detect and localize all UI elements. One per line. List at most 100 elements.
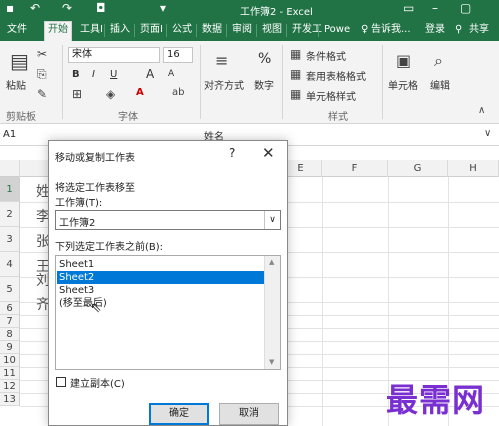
tab-power[interactable]: Powe xyxy=(321,22,353,40)
group-divider xyxy=(62,45,63,119)
column-header[interactable]: H xyxy=(448,160,499,177)
tab-file[interactable]: 文件 xyxy=(4,22,30,40)
scroll-down-icon[interactable]: ▼ xyxy=(269,358,274,366)
workbook-label: 工作簿(T): xyxy=(55,198,103,209)
table-format-icon[interactable]: ▦ xyxy=(290,67,301,81)
before-sheet-label: 下列选定工作表之前(B): xyxy=(55,242,164,253)
italic-button[interactable]: I xyxy=(92,69,95,80)
row-header[interactable]: 8 xyxy=(0,328,20,341)
row-header[interactable]: 10 xyxy=(0,354,20,367)
cells-button[interactable]: 单元格 xyxy=(388,77,418,92)
list-item[interactable]: Sheet2 xyxy=(57,271,264,284)
ribbon-options-icon[interactable]: ▭ xyxy=(403,1,414,15)
format-painter-icon[interactable]: ✎ xyxy=(37,87,47,101)
tab-data[interactable]: 数据 xyxy=(199,22,225,40)
row-header[interactable]: 3 xyxy=(0,227,20,252)
edit-button[interactable]: 编辑 xyxy=(430,77,450,92)
list-item[interactable]: Sheet1 xyxy=(57,258,264,271)
row-header[interactable]: 4 xyxy=(0,252,20,277)
column-header[interactable]: F xyxy=(322,160,388,177)
listbox-scrollbar[interactable]: ▲ ▼ xyxy=(264,256,280,369)
expand-formula-icon[interactable]: ∨ xyxy=(484,128,491,139)
window-title: 工作簿2 - Excel xyxy=(240,7,313,18)
cancel-button[interactable]: 取消 xyxy=(219,403,279,425)
tell-me-box[interactable]: 告诉我... xyxy=(368,22,414,40)
tab-divider xyxy=(286,24,287,37)
row-header[interactable]: 7 xyxy=(0,315,20,328)
tab-divider xyxy=(134,24,135,37)
table-format-button[interactable]: 套用表格格式 xyxy=(306,68,366,83)
tab-insert[interactable]: 插入 xyxy=(107,22,133,40)
scroll-up-icon[interactable]: ▲ xyxy=(269,258,274,266)
underline-button[interactable]: U xyxy=(110,69,117,80)
row-header[interactable]: 12 xyxy=(0,380,20,393)
cut-icon[interactable]: ✂ xyxy=(37,47,47,61)
collapse-ribbon-icon[interactable]: ∧ xyxy=(478,105,485,116)
tab-page-layout[interactable]: 页面I xyxy=(137,22,166,40)
undo-icon[interactable]: ↶ xyxy=(30,1,40,15)
login-link[interactable]: 登录 xyxy=(422,22,448,40)
row-header[interactable]: 1 xyxy=(0,177,20,202)
column-header[interactable]: G xyxy=(388,160,448,177)
cells-icon[interactable]: ▣ xyxy=(396,51,411,70)
number-button[interactable]: 数字 xyxy=(254,77,274,92)
row-header[interactable]: 9 xyxy=(0,341,20,354)
phonetic-icon[interactable]: ab xyxy=(172,87,184,98)
save-icon[interactable]: ▪ xyxy=(6,1,14,15)
chevron-down-icon[interactable]: ∨ xyxy=(264,211,280,229)
minimize-icon[interactable]: – xyxy=(432,1,438,15)
border-icon[interactable]: ⊞ xyxy=(72,87,82,101)
move-copy-sheet-dialog: 移动或复制工作表 ? ✕ 将选定工作表移至 工作簿(T): 工作簿2 ∨ 下列选… xyxy=(48,140,288,426)
share-button[interactable]: 共享 xyxy=(466,22,492,40)
paste-button[interactable]: 粘贴 xyxy=(6,77,26,92)
row-header[interactable]: 6 xyxy=(0,302,20,315)
shrink-font-button[interactable]: A xyxy=(168,69,174,79)
sheet-listbox[interactable]: Sheet1 Sheet2 Sheet3 (移至最后) ▲ ▼ xyxy=(55,255,281,370)
camera-icon[interactable]: ◘ xyxy=(96,1,106,15)
maximize-icon[interactable]: ▢ xyxy=(460,1,471,15)
find-icon[interactable]: ⌕ xyxy=(434,51,443,71)
list-item[interactable]: Sheet3 xyxy=(57,284,264,297)
styles-group-label: 样式 xyxy=(328,112,348,123)
select-all-corner[interactable] xyxy=(0,160,20,177)
create-copy-checkbox[interactable] xyxy=(56,377,66,387)
cell-style-icon[interactable]: ▦ xyxy=(290,87,301,101)
tab-review[interactable]: 审阅 xyxy=(229,22,255,40)
user-icon: ⚲ xyxy=(455,24,463,35)
tab-view[interactable]: 视图 xyxy=(259,22,285,40)
ok-button[interactable]: 确定 xyxy=(149,403,209,425)
bold-button[interactable]: B xyxy=(72,69,80,80)
font-color-button[interactable]: A xyxy=(136,87,144,98)
font-name-select[interactable]: 宋体 xyxy=(68,47,160,63)
fill-color-icon[interactable]: ◈ xyxy=(106,87,115,101)
cell-style-button[interactable]: 单元格样式 xyxy=(306,88,356,103)
help-button[interactable]: ? xyxy=(229,146,235,160)
paste-icon[interactable]: ▤ xyxy=(10,49,29,73)
close-icon[interactable]: ✕ xyxy=(262,144,275,162)
create-copy-label[interactable]: 建立副本(C) xyxy=(70,375,125,390)
conditional-format-icon[interactable]: ▦ xyxy=(290,47,301,61)
row-header[interactable]: 2 xyxy=(0,202,20,227)
row-header[interactable]: 5 xyxy=(0,277,20,302)
dialog-title: 移动或复制工作表 xyxy=(55,153,135,164)
percent-icon[interactable]: % xyxy=(258,51,271,67)
tab-formulas[interactable]: 公式 xyxy=(169,22,195,40)
tab-home[interactable]: 开始 xyxy=(44,21,72,41)
row-header[interactable]: 11 xyxy=(0,367,20,380)
row-header[interactable]: 13 xyxy=(0,393,20,406)
workbook-select[interactable]: 工作簿2 ∨ xyxy=(55,210,281,230)
title-bar: ▪ ↶ ↷ ◘ ▾ 工作簿2 - Excel ▭ – ▢ xyxy=(0,0,499,19)
conditional-format-button[interactable]: 条件格式 xyxy=(306,48,346,63)
group-divider xyxy=(200,45,201,119)
tab-tools[interactable]: 工具I xyxy=(77,22,106,40)
list-item[interactable]: (移至最后) xyxy=(57,297,264,310)
grow-font-button[interactable]: A xyxy=(146,67,154,81)
copy-icon[interactable]: ⎘ xyxy=(37,67,47,82)
font-size-select[interactable]: 16 xyxy=(163,47,193,63)
align-icon[interactable]: ≡ xyxy=(215,51,228,70)
customize-qat-icon[interactable]: ▾ xyxy=(160,1,166,15)
alignment-button[interactable]: 对齐方式 xyxy=(204,77,244,92)
tab-developer[interactable]: 开发工 xyxy=(289,22,325,40)
mouse-cursor-icon: ⇖ xyxy=(90,300,102,316)
redo-icon[interactable]: ↷ xyxy=(62,1,72,15)
